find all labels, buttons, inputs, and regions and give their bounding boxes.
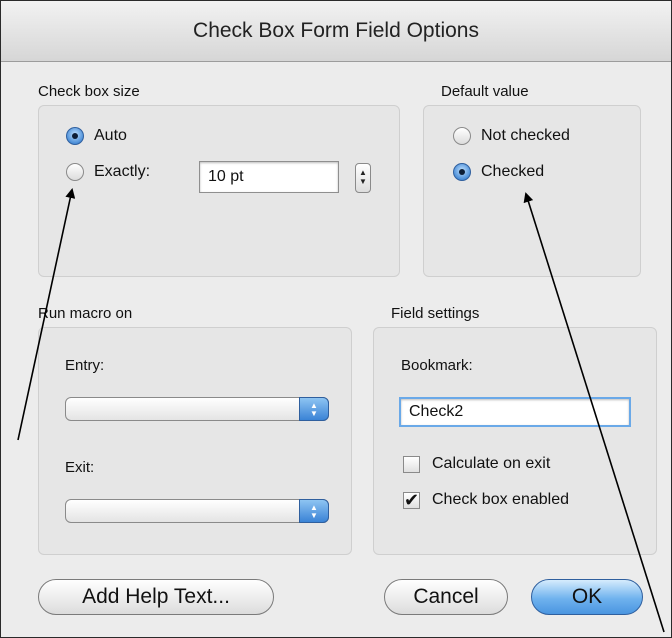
cancel-button[interactable]: Cancel (384, 579, 508, 615)
check-box-size-label: Check box size (38, 83, 140, 100)
size-stepper[interactable]: ▲ ▼ (355, 163, 371, 193)
not-checked-label: Not checked (481, 127, 570, 144)
entry-label: Entry: (65, 357, 105, 374)
checked-option[interactable]: Checked (453, 163, 544, 181)
dialog-window: Check Box Form Field Options Check box s… (0, 0, 672, 638)
not-checked-option[interactable]: Not checked (453, 127, 570, 145)
checked-radio[interactable] (453, 163, 471, 181)
check-box-enabled-option[interactable]: ✔ Check box enabled (403, 491, 569, 509)
entry-popup[interactable]: ▲ ▼ (65, 397, 329, 421)
exactly-option[interactable]: Exactly: (66, 163, 150, 181)
bookmark-input[interactable]: Check2 (399, 397, 631, 427)
auto-radio[interactable] (66, 127, 84, 145)
run-macro-label: Run macro on (38, 305, 133, 322)
calculate-on-exit-label: Calculate on exit (432, 455, 551, 472)
calculate-on-exit-checkbox[interactable] (403, 455, 420, 473)
exit-popup[interactable]: ▲ ▼ (65, 499, 329, 523)
check-box-enabled-label: Check box enabled (432, 491, 569, 508)
ok-button[interactable]: OK (531, 579, 643, 615)
exit-popup-chevron-icon: ▲ ▼ (299, 499, 329, 523)
add-help-text-button[interactable]: Add Help Text... (38, 579, 274, 615)
field-settings-label: Field settings (391, 305, 480, 322)
size-input[interactable]: 10 pt (199, 161, 339, 193)
entry-popup-chevron-icon: ▲ ▼ (299, 397, 329, 421)
auto-label: Auto (94, 127, 127, 144)
not-checked-radio[interactable] (453, 127, 471, 145)
exactly-label: Exactly: (94, 163, 151, 180)
bookmark-label: Bookmark: (401, 357, 473, 374)
checked-label: Checked (481, 163, 545, 180)
exit-label: Exit: (65, 459, 95, 476)
dialog-title: Check Box Form Field Options (193, 19, 479, 42)
exactly-radio[interactable] (66, 163, 84, 181)
calculate-on-exit-option[interactable]: Calculate on exit (403, 455, 550, 473)
check-box-enabled-checkbox[interactable]: ✔ (403, 491, 420, 509)
default-value-label: Default value (441, 83, 529, 100)
title-bar[interactable]: Check Box Form Field Options (1, 1, 671, 62)
auto-option[interactable]: Auto (66, 127, 127, 145)
